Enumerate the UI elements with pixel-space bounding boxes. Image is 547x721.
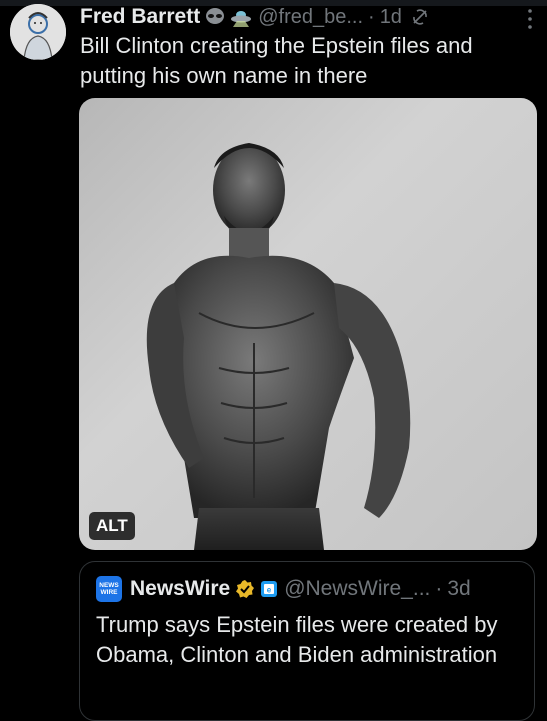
avatar-text-line2: WIRE	[100, 589, 118, 596]
alien-emoji-icon	[206, 8, 225, 24]
affiliate-badge-icon: e	[261, 581, 278, 597]
grok-icon[interactable]	[410, 7, 430, 27]
ufo-emoji-icon	[231, 11, 252, 27]
post-text: Bill Clinton creating the Epstein files …	[80, 33, 473, 88]
avatar-text-line1: NEWS	[99, 582, 119, 589]
author-name[interactable]: Fred Barrett	[80, 5, 200, 29]
quoted-author-handle[interactable]: @NewsWire_...	[284, 577, 430, 601]
quoted-post-text: Trump says Epstein files were created by…	[96, 612, 498, 667]
alt-text-badge[interactable]: ALT	[89, 512, 135, 540]
post-image[interactable]: ALT	[79, 98, 537, 550]
quoted-author-name[interactable]: NewsWire	[130, 577, 230, 601]
verified-badge-icon	[236, 580, 255, 598]
author-handle[interactable]: @fred_be...	[258, 6, 363, 29]
svg-text:e: e	[267, 586, 272, 595]
author-avatar[interactable]	[10, 4, 66, 60]
post-header: Fred Barrett @fred_be... · 1d	[80, 2, 535, 32]
quoted-author-avatar[interactable]: NEWS WIRE	[96, 576, 122, 602]
quoted-separator-dot: ·	[435, 577, 443, 600]
separator-dot: ·	[368, 5, 375, 28]
more-options-icon[interactable]	[527, 8, 533, 30]
quoted-post-time[interactable]: 3d	[447, 577, 470, 601]
post-time[interactable]: 1d	[380, 6, 402, 29]
quoted-post[interactable]: NEWS WIRE NewsWire e @NewsWire_... · 3d …	[79, 561, 535, 721]
quoted-post-header: NEWS WIRE NewsWire e @NewsWire_... · 3d	[96, 574, 524, 604]
muscular-man-photo	[146, 143, 411, 550]
